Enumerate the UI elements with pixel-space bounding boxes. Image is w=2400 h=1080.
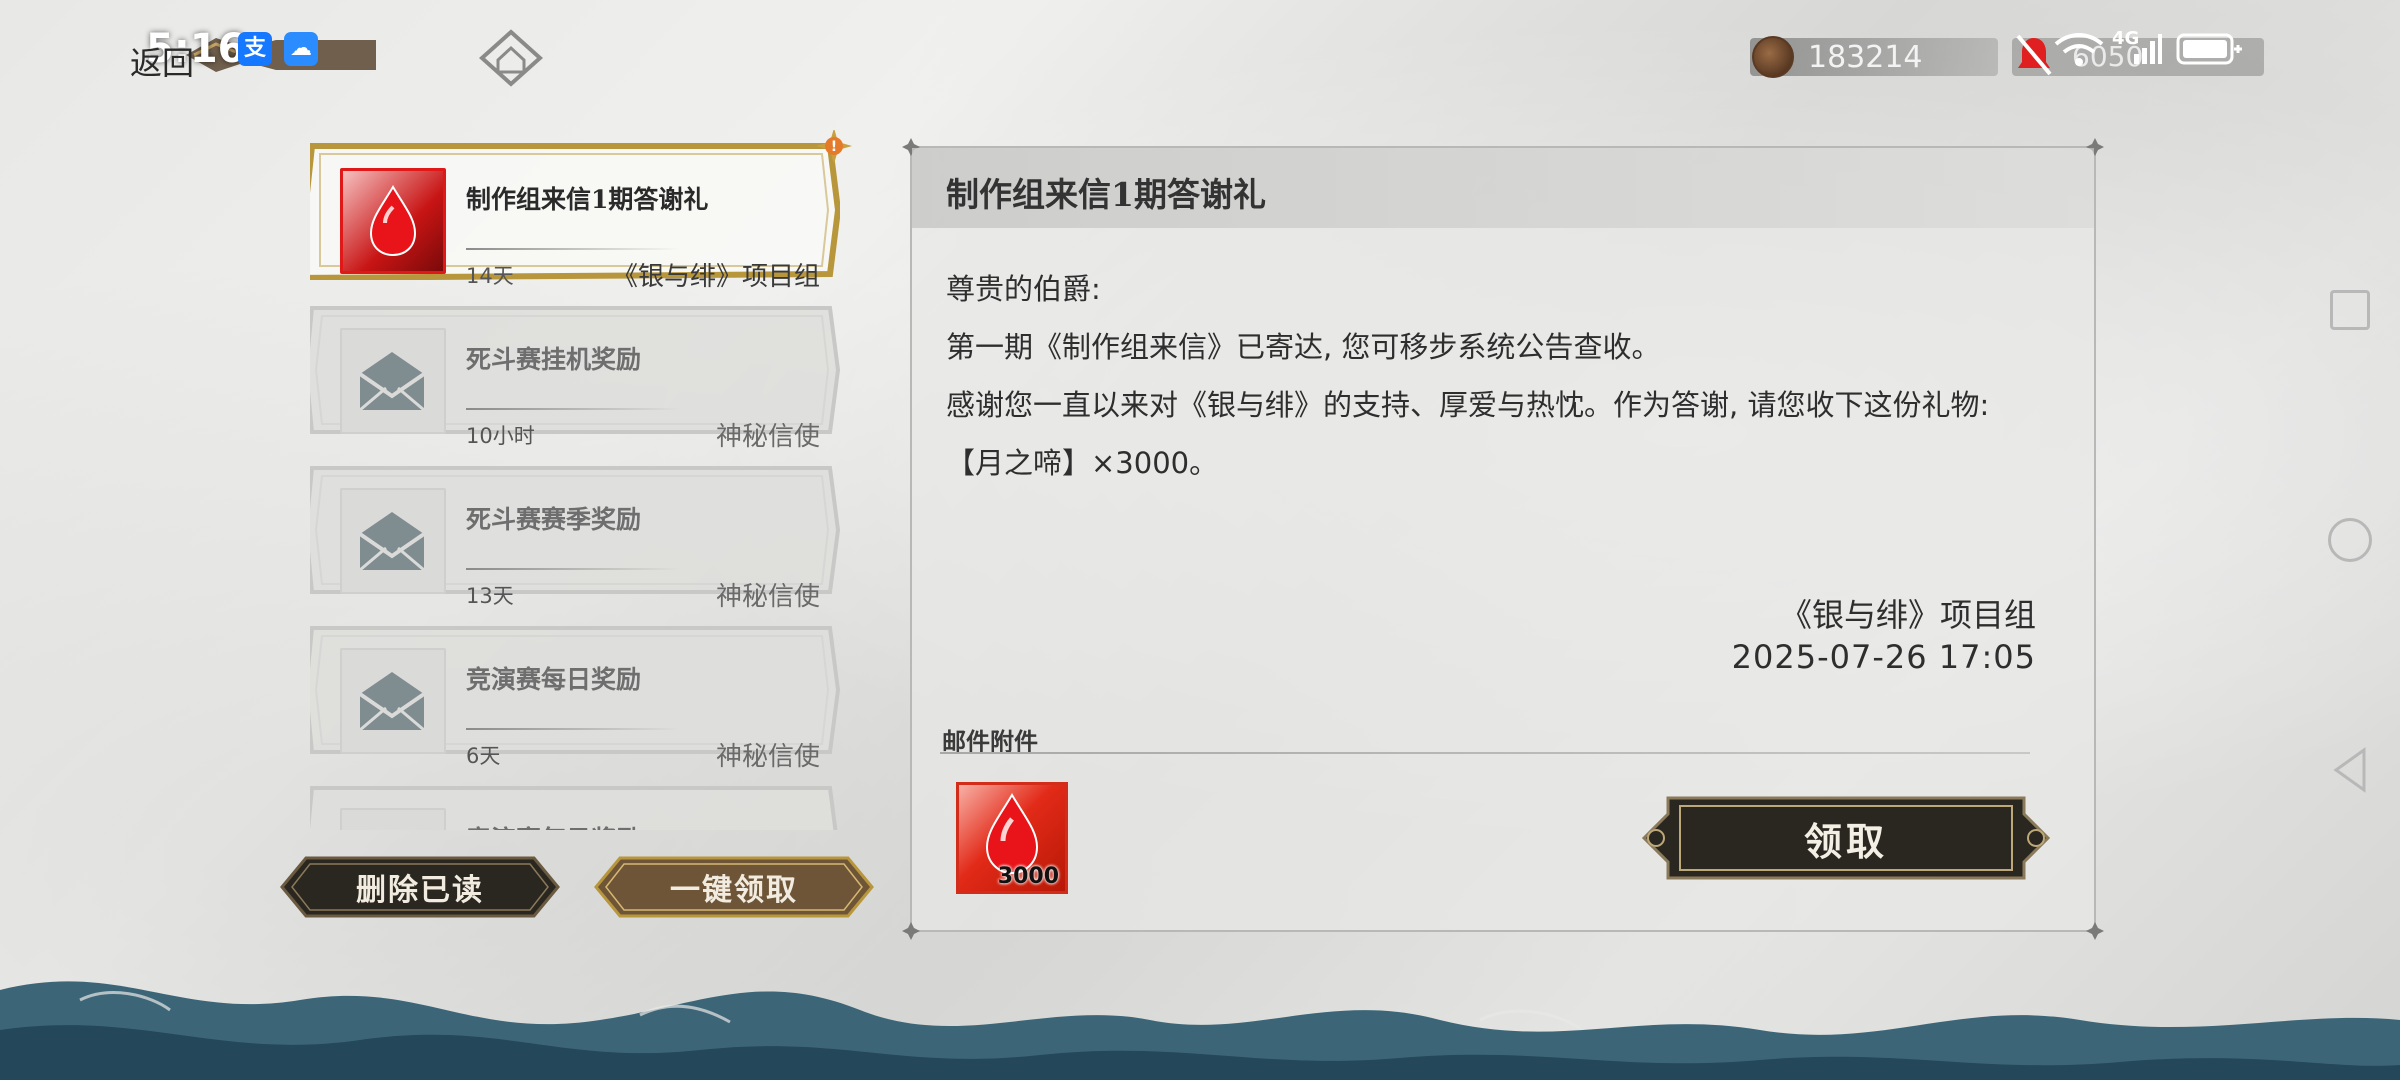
corner-ornament: [2086, 922, 2104, 940]
mail-sender: 神秘信使: [715, 742, 820, 772]
claim-button[interactable]: 领取: [1638, 788, 2054, 888]
home-nav-icon[interactable]: [2328, 518, 2372, 562]
weather-icon: ☁: [284, 32, 318, 66]
mail-time: 14天: [466, 264, 514, 288]
delete-read-button[interactable]: 删除已读: [278, 852, 562, 922]
envelope-icon: [340, 488, 446, 594]
detail-title: 制作组来信1期答谢礼: [946, 175, 1266, 214]
detail-body-line: 【月之啼】×3000。: [946, 446, 1219, 480]
mail-item[interactable]: 竞演赛每日奖励 6天 神秘信使: [310, 620, 840, 772]
corner-ornament: [902, 922, 920, 940]
attachment-red-gem[interactable]: 3000: [956, 782, 1068, 894]
new-mail-alert-icon: !: [816, 130, 852, 164]
wifi-icon: [2054, 33, 2104, 66]
back-nav-icon[interactable]: [2330, 746, 2370, 794]
mail-sender: 神秘信使: [715, 422, 820, 452]
mail-title: 竞演赛每日奖励: [466, 820, 641, 830]
mail-title: 死斗赛挂机奖励: [466, 345, 642, 374]
currency-value: 183214: [1808, 40, 1923, 75]
claim-label: 领取: [1803, 818, 1888, 864]
mail-list[interactable]: 制作组来信1期答谢礼 14天 《银与绯》项目组 ! 死斗赛挂机奖励 10小时 神…: [296, 130, 856, 830]
detail-body-line: 感谢您一直以来对《银与绯》的支持、厚爱与热忱。作为答谢, 请您收下这份礼物:: [946, 388, 1990, 422]
mute-bell-icon: [2016, 34, 2052, 76]
mail-sender: 神秘信使: [715, 582, 820, 612]
currency-coin-icon: [1752, 36, 1794, 78]
mail-divider: [466, 408, 680, 410]
svg-text:!: !: [831, 139, 837, 155]
mail-time: 13天: [466, 584, 514, 608]
envelope-icon: [340, 328, 446, 434]
recent-apps-icon[interactable]: [2330, 290, 2370, 330]
attachment-count: 3000: [997, 864, 1059, 889]
mail-title: 制作组来信1期答谢礼: [466, 185, 709, 214]
claim-all-label: 一键领取: [670, 873, 798, 908]
mail-time: 6天: [466, 744, 501, 768]
mail-item-selected[interactable]: 制作组来信1期答谢礼 14天 《银与绯》项目组 !: [310, 130, 852, 292]
mail-title: 竞演赛每日奖励: [466, 665, 642, 694]
claim-all-button[interactable]: 一键领取: [592, 852, 876, 922]
envelope-icon: [340, 808, 446, 830]
mail-divider: [466, 568, 680, 570]
status-bar: 5:16 支 ☁ 返回 183214 6050 4G: [0, 0, 2400, 110]
mail-title: 死斗赛赛季奖励: [466, 505, 642, 534]
signal-icon: [2134, 34, 2162, 64]
detail-signature: 《银与绯》项目组: [1779, 596, 2036, 634]
mail-detail-panel: 制作组来信1期答谢礼 尊贵的伯爵: 第一期《制作组来信》已寄达, 您可移步系统公…: [902, 138, 2104, 940]
mail-item[interactable]: 死斗赛挂机奖励 10小时 神秘信使: [310, 300, 840, 452]
home-icon[interactable]: [476, 28, 546, 88]
mail-time: 10小时: [466, 424, 535, 448]
mail-divider: [466, 248, 680, 250]
detail-body-line: 第一期《制作组来信》已寄达, 您可移步系统公告查收。: [946, 330, 1661, 364]
detail-header: 制作组来信1期答谢礼: [912, 148, 2094, 228]
back-label[interactable]: 返回: [130, 38, 194, 84]
mail-sender: 《银与绯》项目组: [611, 262, 820, 292]
mail-item[interactable]: 死斗赛赛季奖励 13天 神秘信使: [310, 460, 840, 612]
ink-wave-decoration: [0, 981, 2400, 1080]
envelope-icon: [340, 648, 446, 754]
attachments-divider: [940, 752, 2030, 754]
red-gem-icon: [340, 168, 446, 274]
alipay-icon: 支: [238, 32, 272, 66]
delete-read-label: 删除已读: [356, 873, 484, 908]
battery-icon: [2176, 33, 2242, 65]
detail-datetime: 2025-07-26 17:05: [1731, 638, 2036, 676]
mail-divider: [466, 728, 680, 730]
detail-greeting: 尊贵的伯爵:: [946, 272, 1101, 306]
mail-item-partial[interactable]: 竞演赛每日奖励: [310, 780, 840, 830]
